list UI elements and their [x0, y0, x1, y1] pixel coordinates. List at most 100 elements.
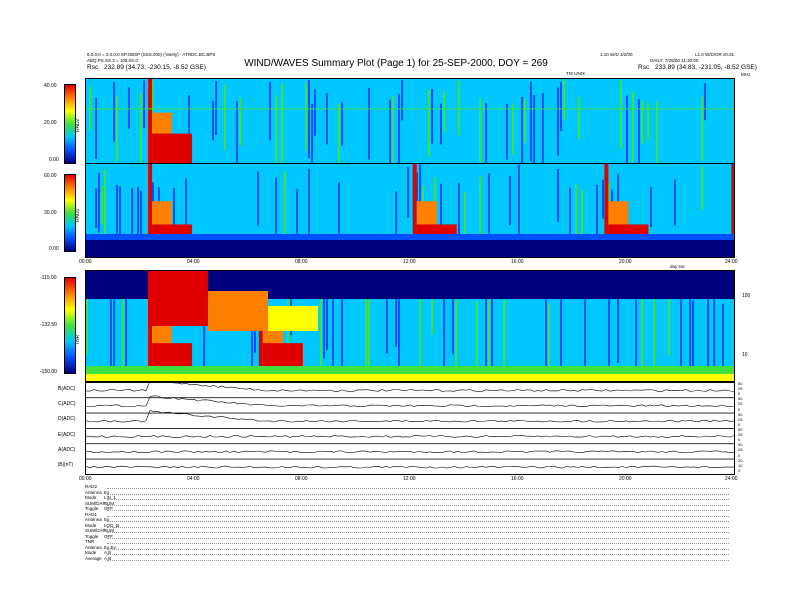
rad2-cb-tick-0: 40.00: [44, 83, 57, 89]
rsc-left-value: 232.89 (34.73, -230.15, -8.52 GSE): [104, 64, 206, 71]
spectral-line: [86, 108, 734, 110]
spectrogram-streak: [329, 97, 331, 149]
spectrogram-streak: [401, 79, 403, 121]
tnr-spectrogram: [85, 270, 735, 383]
series-line: [86, 435, 734, 438]
spectrogram-streak: [482, 166, 484, 214]
tnr-ylabel: TNR: [75, 334, 81, 345]
tnr-right-tick-1: 10: [742, 352, 748, 358]
spectrogram-streak: [98, 172, 100, 233]
spectrogram-streak: [713, 293, 715, 379]
spectrogram-streak: [560, 81, 562, 132]
spectrogram-streak: [143, 80, 145, 128]
param-dotted-line: [107, 515, 729, 517]
spectrogram-streak: [368, 175, 370, 231]
header-info-right-2: L1.0 W/D/OR v0.01: [695, 52, 735, 57]
spectrogram-streak: [392, 96, 394, 163]
rad1-low-band-edge: [86, 234, 734, 240]
spectrogram-streak: [455, 93, 457, 151]
rad1-low-band: [86, 240, 734, 257]
tnr-burst-core: [148, 271, 209, 326]
tnr-cb-tick-2: -150.00: [40, 369, 57, 375]
rad1-cb-tick-1: 30.00: [44, 210, 57, 216]
lines-x-tick-1: 04:00: [187, 476, 200, 482]
scale-label: TIS UNIX: [566, 71, 586, 76]
spectrogram-streak: [449, 184, 451, 228]
spectrogram-streak: [701, 166, 703, 210]
spectrogram-streak: [254, 84, 256, 156]
param-dotted-line: [107, 521, 729, 522]
spectrogram-streak: [482, 288, 484, 379]
spectrogram-streak: [530, 81, 532, 162]
spectrogram-streak: [107, 96, 109, 133]
spectrogram-streak: [587, 97, 589, 138]
spectrogram-streak: [419, 290, 421, 378]
lines-x-tick-3: 12:00: [403, 476, 416, 482]
spectrogram-streak: [644, 82, 646, 123]
spectrogram-streak: [731, 300, 733, 361]
spectrogram-streak: [524, 187, 526, 241]
lines-x-ticks: 00:00 04:00 08:00 12:00 16:00 20:00 24:0…: [79, 476, 738, 486]
spectrogram-streak: [707, 95, 709, 151]
tnr-burst-tail: [208, 291, 269, 331]
spectrogram-streak: [428, 89, 430, 158]
spectrogram-streak: [725, 297, 727, 355]
spectrogram-streak: [332, 89, 334, 134]
spectrogram-streak: [701, 96, 703, 161]
spectrogram-streak: [368, 88, 370, 160]
lines-x-tick-6: 24:00: [725, 476, 738, 482]
spectrogram-streak: [698, 103, 700, 163]
spectrogram-streak: [119, 186, 121, 242]
burst-mark: [148, 79, 153, 163]
rsc-right-value: 233.89 (34.83, -231.05, -8.52 GSE): [655, 64, 757, 71]
spectrogram-streak: [707, 190, 709, 231]
spectrogram-streak: [503, 97, 505, 163]
spectrogram-streak: [488, 93, 490, 145]
spectrogram-streak: [620, 80, 622, 149]
header-info-right-1: 1.10 W/D 3/2/00: [600, 52, 633, 57]
spectrogram-streak: [599, 164, 601, 218]
spectrogram-streak: [305, 82, 307, 151]
spectrogram-streak: [542, 93, 544, 163]
series-line: [86, 382, 734, 392]
header-info-right-3: DAILY: 7/25/00 11:30:00: [650, 58, 699, 63]
spectrogram-streak: [110, 90, 112, 163]
line-panel-label: C(ADC): [58, 400, 76, 407]
spectrogram-streak: [692, 300, 694, 373]
spectrogram-streak: [281, 83, 283, 163]
spectrogram-streak: [311, 104, 313, 163]
rsc-left-label: Rsc: [87, 64, 99, 71]
spectrogram-streak: [599, 94, 601, 133]
spectrogram-streak: [308, 79, 310, 159]
param-key: Average: [85, 555, 102, 561]
spectrogram-streak: [527, 176, 529, 215]
spectrogram-streak: [233, 82, 235, 163]
param-dotted-line: [107, 488, 729, 489]
spectrogram-streak: [215, 80, 217, 136]
spectrogram-streak: [410, 170, 412, 223]
lines-x-tick-0: 00:00: [79, 476, 92, 482]
spectrogram-streak: [602, 179, 604, 219]
spectrogram-streak: [563, 79, 565, 120]
spectrogram-streak: [584, 79, 586, 154]
spectrogram-streak: [500, 97, 502, 163]
spectrogram-streak: [119, 101, 121, 163]
tnr-colorbar: [64, 277, 76, 374]
rad1-x-tick-3: 12:00: [403, 259, 416, 265]
spectrogram-streak: [479, 98, 481, 163]
spectrogram-streak: [338, 104, 340, 163]
spectrogram-streak: [239, 98, 241, 146]
spectrogram-streak: [698, 182, 700, 222]
spectrogram-streak: [476, 175, 478, 239]
rad2-spectrogram: [85, 78, 735, 164]
rad2-cb-tick-1: 20.00: [44, 120, 57, 126]
spectrogram-streak: [197, 102, 199, 157]
param-dotted-line: [107, 554, 729, 555]
rad1-x-tick-0: 00:00: [79, 259, 92, 265]
spectrogram-streak: [326, 93, 328, 145]
spectrogram-streak: [146, 91, 148, 147]
spectrogram-streak: [614, 94, 616, 163]
rad1-cb-tick-2: 0.00: [49, 246, 59, 252]
spectrogram-streak: [194, 185, 196, 240]
spectrogram-streak: [224, 84, 226, 151]
